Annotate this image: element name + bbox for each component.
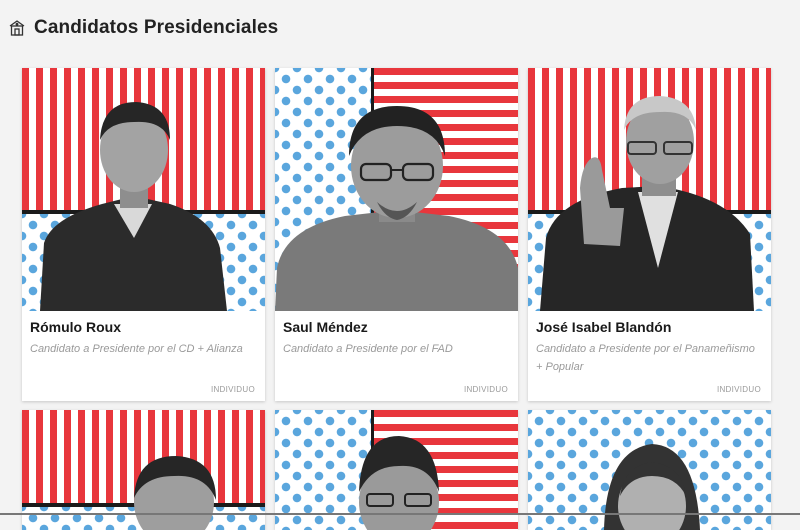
candidate-card[interactable]: Saul Méndez Candidato a Presidente por e… [275,68,518,401]
page-header: Candidatos Presidenciales [8,14,278,42]
candidate-photo [275,410,518,530]
candidate-name: Saul Méndez [283,319,368,335]
building-icon [8,19,26,37]
candidate-card[interactable] [22,410,265,530]
candidate-name: Rómulo Roux [30,319,121,335]
candidate-grid: Rómulo Roux Candidato a Presidente por e… [22,68,772,530]
candidate-portrait [134,456,216,530]
candidate-type-badge: INDIVIDUO [716,385,761,394]
candidate-type-badge: INDIVIDUO [463,385,508,394]
candidate-photo [22,410,265,530]
page-title: Candidatos Presidenciales [34,17,279,38]
candidate-description: Candidato a Presidente por el FAD [283,343,453,355]
candidate-card[interactable] [275,410,518,530]
candidate-description: Candidato a Presidente por el CD + Alian… [30,343,243,355]
candidate-type-badge: INDIVIDUO [210,385,255,394]
candidate-portrait [540,96,754,311]
candidate-card[interactable] [528,410,771,530]
candidate-card[interactable]: José Isabel Blandón Candidato a Presiden… [528,68,771,401]
candidate-portrait [359,436,439,530]
candidate-photo [275,68,518,311]
candidate-portrait [604,444,700,530]
candidate-portrait [275,106,518,311]
candidate-description: Candidato a Presidente por el Panameñism… [536,343,755,373]
candidate-portrait [40,102,227,311]
candidate-card[interactable]: Rómulo Roux Candidato a Presidente por e… [22,68,265,401]
candidate-photo [528,410,771,530]
candidate-photo [528,68,771,311]
candidate-photo [22,68,265,311]
candidate-name: José Isabel Blandón [536,319,672,335]
